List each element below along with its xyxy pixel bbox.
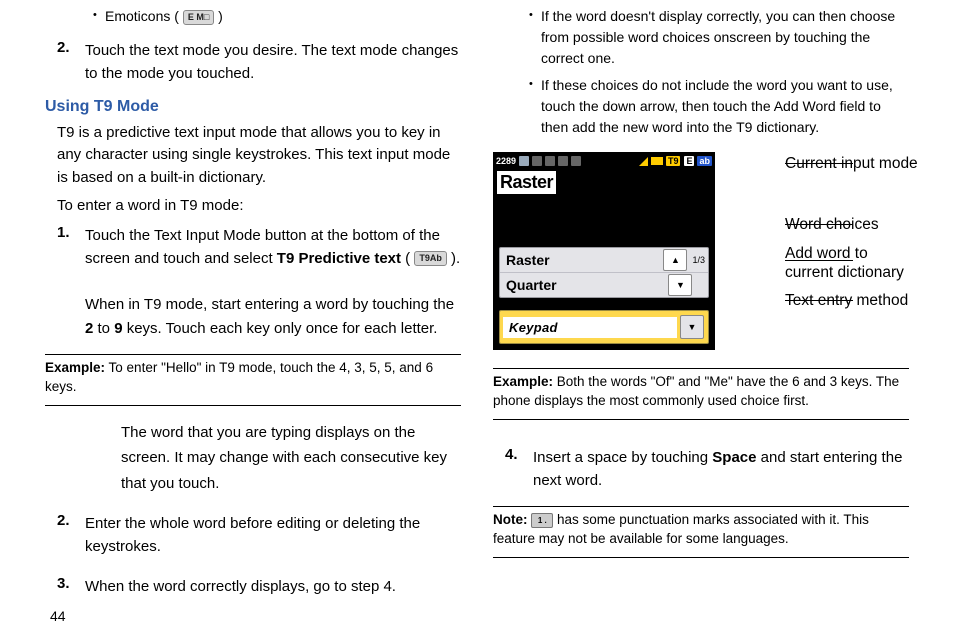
e-badge: E — [684, 156, 694, 166]
status-bar: 2289 T9Eab — [494, 153, 714, 169]
ol1-key9: 9 — [114, 320, 122, 337]
bullet-if-choices: • If these choices do not include the wo… — [493, 75, 909, 138]
signal-icon — [639, 157, 648, 166]
callouts: Current input mode Word choices Add word… — [715, 152, 909, 348]
ordered-item-4: 4. Insert a space by touching Space and … — [505, 446, 909, 493]
status-time: 2289 — [496, 156, 516, 166]
status-icon — [558, 156, 568, 166]
ol1-open: ( — [401, 250, 414, 267]
page-number: 44 — [50, 608, 66, 624]
ol1-end: keys. Touch each key only once for each … — [123, 320, 438, 337]
arrow-up-icon[interactable] — [663, 249, 687, 271]
example-label: Example: — [45, 360, 105, 375]
ol2-text: Enter the whole word before editing or d… — [85, 512, 461, 559]
note-box: Note: 1 . has some punctuation marks ass… — [493, 506, 909, 558]
page-counter: 1/3 — [689, 255, 708, 265]
bullet-dot-icon: • — [529, 75, 541, 138]
ol4-a: Insert a space by touching — [533, 449, 712, 466]
b2-text: If these choices do not include the word… — [541, 75, 909, 138]
phone-diagram: 2289 T9Eab Raster — [493, 152, 909, 350]
choice-row-2[interactable]: Quarter — [500, 273, 708, 297]
step-2-text: Touch the text mode you desire. The text… — [85, 39, 461, 86]
bullet-dot-icon: • — [529, 6, 541, 69]
ol3-text: When the word correctly displays, go to … — [85, 575, 396, 598]
callout-add-word-1: Add word to — [785, 245, 868, 262]
ab-badge: ab — [697, 156, 712, 166]
choice-row-1[interactable]: Raster 1/3 — [500, 248, 708, 273]
intro-paragraph: T9 is a predictive text input mode that … — [45, 122, 461, 190]
after-example-p: The word that you are typing displays on… — [121, 420, 461, 497]
bullet-emoticons: • Emoticons ( E M□ ) — [45, 6, 461, 27]
ordered-item-2: 2. Enter the whole word before editing o… — [57, 512, 461, 559]
ol1-to: to — [93, 320, 114, 337]
status-icon — [532, 156, 542, 166]
to-enter-line: To enter a word in T9 mode: — [45, 195, 461, 218]
bullet-if-word: • If the word doesn't display correctly,… — [493, 6, 909, 69]
heading-using-t9: Using T9 Mode — [45, 98, 461, 116]
text-entry-bar[interactable]: Keypad — [499, 310, 709, 344]
emoticon-chip-icon: E M□ — [183, 10, 214, 25]
example-text-r: Both the words "Of" and "Me" have the 6 … — [493, 374, 899, 408]
ol1-close: ). — [447, 250, 460, 267]
example-box-right: Example: Both the words "Of" and "Me" ha… — [493, 368, 909, 420]
callout-input-mode: Current input mode — [785, 154, 918, 173]
dropdown-icon[interactable] — [680, 315, 704, 339]
example-label-r: Example: — [493, 374, 553, 389]
choice-2: Quarter — [500, 277, 666, 293]
key-1-icon: 1 . — [531, 513, 553, 528]
note-label: Note: — [493, 512, 528, 527]
callout-word-choices: Word choices — [785, 215, 879, 234]
ol1-bold: T9 Predictive text — [277, 250, 401, 267]
bullet-dot-icon: • — [93, 6, 105, 27]
ol1-d-start: When in T9 mode, start entering a word b… — [85, 296, 454, 313]
choice-1: Raster — [500, 252, 661, 268]
ordered-item-3: 3. When the word correctly displays, go … — [57, 575, 461, 598]
battery-icon — [651, 157, 663, 165]
t9ab-chip-icon: T9Ab — [414, 251, 447, 266]
callout-add-word-2: current dictionary — [785, 264, 904, 281]
typed-word: Raster — [497, 171, 556, 194]
keypad-label: Keypad — [503, 317, 677, 338]
left-column: • Emoticons ( E M□ ) 2. Touch the text m… — [45, 6, 461, 598]
callout-entry-method: Text entry method — [785, 291, 908, 310]
emoticons-close: ) — [218, 8, 223, 24]
b1-text: If the word doesn't display correctly, y… — [541, 6, 909, 69]
emoticons-text: Emoticons ( — [105, 8, 179, 24]
status-icon — [571, 156, 581, 166]
phone-screen: 2289 T9Eab Raster — [493, 152, 715, 350]
status-icon — [545, 156, 555, 166]
status-icon — [519, 156, 529, 166]
t9-badge: T9 — [666, 156, 681, 166]
step-2-top: 2. Touch the text mode you desire. The t… — [57, 39, 461, 86]
after-example-text: The word that you are typing displays on… — [45, 420, 461, 497]
example-box-left: Example: To enter "Hello" in T9 mode, to… — [45, 354, 461, 406]
right-column: • If the word doesn't display correctly,… — [493, 6, 909, 598]
arrow-down-icon[interactable] — [668, 274, 692, 296]
word-choices-box: Raster 1/3 Quarter — [499, 247, 709, 298]
ordered-item-1: 1. Touch the Text Input Mode button at t… — [57, 224, 461, 340]
ol4-bold: Space — [712, 449, 756, 466]
